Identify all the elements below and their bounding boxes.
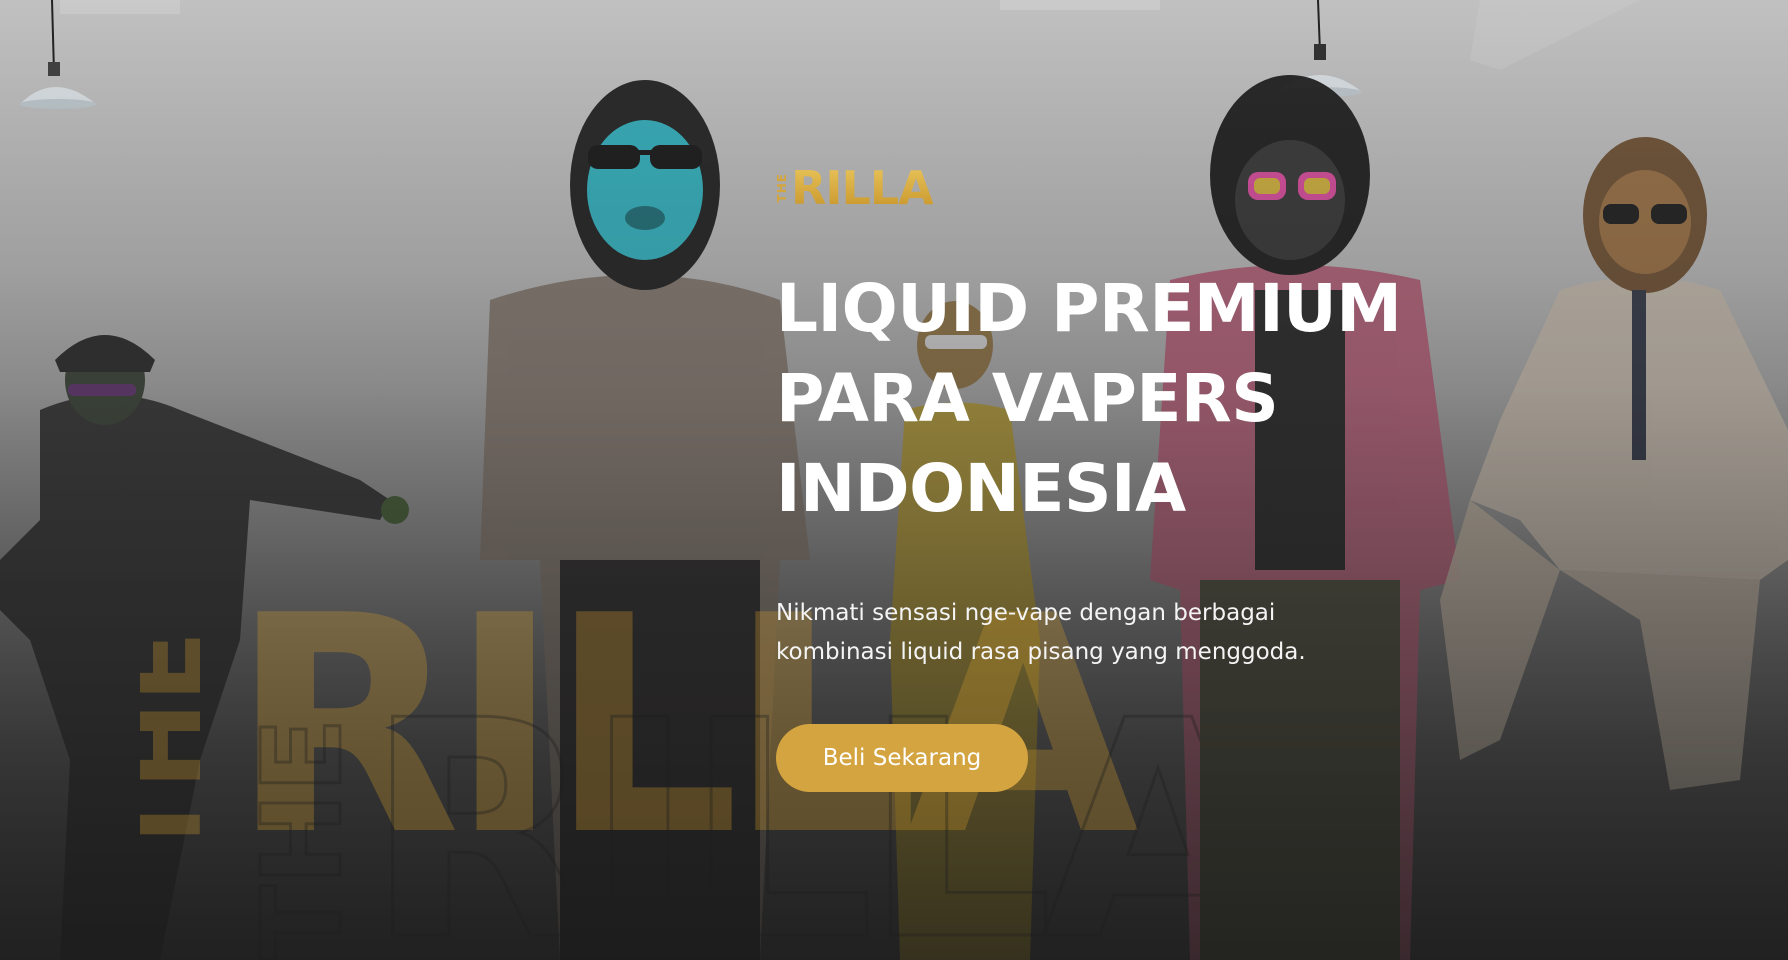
hero-section: THE RILLA THE RILLA THE RILLA LIQUID PRE… xyxy=(0,0,1788,960)
hero-subtitle: Nikmati sensasi nge-vape dengan berbagai… xyxy=(776,594,1416,672)
logo-prefix: THE xyxy=(775,173,789,203)
subtitle-line: kombinasi liquid rasa pisang yang menggo… xyxy=(776,639,1306,665)
pendant-lamp-icon xyxy=(20,0,96,109)
svg-text:THE: THE xyxy=(140,631,225,860)
hero-headline: LIQUID PREMIUM PARA VAPERS INDONESIA xyxy=(776,264,1496,534)
logo-wordmark: RILLA xyxy=(791,161,934,215)
headline-line: INDONESIA xyxy=(776,450,1186,527)
subtitle-line: Nikmati sensasi nge-vape dengan berbagai xyxy=(776,600,1276,626)
headline-line: LIQUID PREMIUM xyxy=(776,270,1402,347)
headline-line: PARA VAPERS xyxy=(776,360,1279,437)
ceiling-beams xyxy=(60,0,1640,70)
hero-content: THE RILLA LIQUID PREMIUM PARA VAPERS IND… xyxy=(775,160,1496,792)
brand-logo[interactable]: THE RILLA xyxy=(775,160,1496,216)
svg-text:THE: THE xyxy=(238,718,366,960)
buy-now-button[interactable]: Beli Sekarang xyxy=(776,724,1028,792)
